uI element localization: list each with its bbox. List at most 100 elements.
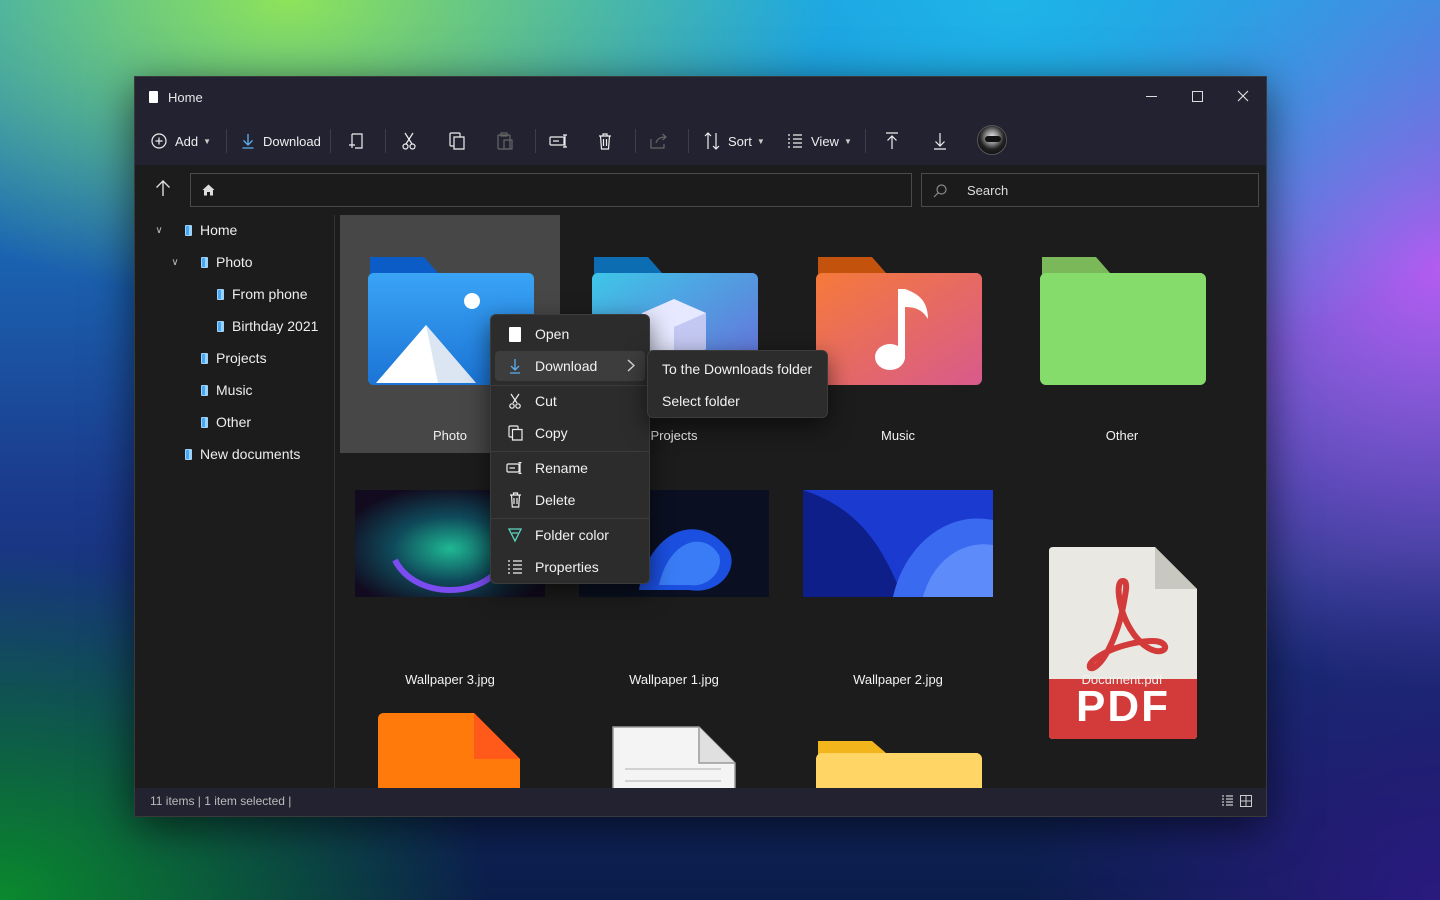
download-submenu: To the Downloads folder Select folder [647, 350, 828, 418]
upload-icon [886, 132, 898, 149]
menu-item-properties[interactable]: Properties [495, 552, 645, 582]
paste-icon [497, 132, 513, 150]
folder-icon [201, 384, 208, 396]
menu-item-label: Delete [535, 492, 576, 508]
music-folder-icon [816, 257, 982, 385]
search-icon [933, 184, 947, 198]
file-explorer-window: Home Add ▼ Download Sort ▼ View ▼ Search… [134, 76, 1267, 817]
file-label: Wallpaper 2.jpg [853, 672, 943, 687]
app-icon [149, 91, 158, 103]
user-avatar[interactable] [977, 125, 1007, 155]
new-item-button[interactable] [348, 121, 366, 161]
top-bar: Home Add ▼ Download Sort ▼ View ▼ [135, 77, 1266, 165]
folder-icon [201, 256, 208, 268]
folder-icon [201, 352, 208, 364]
add-circle-icon [151, 133, 167, 149]
sidebar-item-label: New documents [200, 446, 301, 462]
menu-item-delete[interactable]: Delete [495, 485, 645, 515]
submenu-item-select-folder[interactable]: Select folder [650, 386, 825, 416]
toolbar-separator [226, 129, 227, 153]
sidebar-item-label: Projects [216, 350, 267, 366]
menu-item-folder-color[interactable]: Folder color [495, 520, 645, 550]
file-tile-document-pdf[interactable]: PDF Document.pdf [1012, 469, 1232, 739]
submenu-item-label: Select folder [662, 393, 740, 409]
download-arrow-button[interactable] [933, 121, 947, 161]
view-label: View [811, 133, 839, 149]
status-bar: 11 items | 1 item selected | [135, 788, 1266, 816]
file-tile-text-document[interactable] [564, 707, 784, 790]
share-button[interactable] [650, 121, 668, 161]
download-button[interactable]: Download [241, 121, 321, 161]
sidebar-item-label: Music [216, 382, 253, 398]
sidebar-item-birthday-2021[interactable]: Birthday 2021 [217, 314, 318, 338]
sidebar-item-from-phone[interactable]: From phone [217, 282, 307, 306]
download-label: Download [263, 133, 321, 149]
title-bar: Home [135, 77, 1266, 117]
window-title: Home [168, 90, 203, 105]
toolbar: Add ▼ Download Sort ▼ View ▼ [135, 121, 1266, 161]
file-label: Wallpaper 1.jpg [629, 672, 719, 687]
folder-icon [185, 448, 192, 460]
file-tile-other[interactable]: Other [1012, 215, 1232, 453]
rename-button[interactable] [549, 121, 569, 161]
maximize-button[interactable] [1174, 81, 1220, 111]
wallpaper-2-thumbnail [803, 490, 993, 597]
menu-item-copy[interactable]: Copy [495, 418, 645, 448]
search-box[interactable]: Search [921, 173, 1259, 207]
file-tile-yellow-folder[interactable] [788, 707, 1008, 790]
green-folder-icon [1040, 257, 1206, 385]
address-bar[interactable] [190, 173, 912, 207]
file-tile-wallpaper-2[interactable]: Wallpaper 2.jpg [788, 469, 1008, 707]
yellow-folder-icon [816, 741, 982, 790]
home-icon [202, 184, 215, 196]
sidebar-item-photo[interactable]: ∨ Photo [167, 250, 253, 274]
arrow-up-icon [156, 180, 170, 196]
text-file-icon [612, 726, 736, 790]
minimize-button[interactable] [1128, 81, 1174, 111]
menu-item-rename[interactable]: Rename [495, 453, 645, 483]
view-button[interactable]: View ▼ [787, 121, 852, 161]
menu-item-label: Cut [535, 393, 557, 409]
sidebar-item-label: Birthday 2021 [232, 318, 319, 334]
sidebar-item-other[interactable]: Other [201, 410, 251, 434]
cut-button[interactable] [402, 121, 416, 161]
details-view-icon[interactable] [1221, 795, 1234, 807]
sidebar-item-projects[interactable]: Projects [201, 346, 267, 370]
toolbar-separator [635, 129, 636, 153]
sidebar-item-new-documents[interactable]: New documents [185, 442, 300, 466]
upload-button[interactable] [885, 121, 899, 161]
menu-item-download[interactable]: Download [495, 351, 645, 381]
pdf-badge: PDF [1076, 682, 1170, 731]
sidebar-item-home[interactable]: ∨ Home [151, 218, 237, 242]
new-item-icon [349, 133, 363, 149]
up-button[interactable] [155, 179, 171, 202]
menu-separator [491, 518, 649, 519]
orange-file-icon [378, 713, 520, 790]
chevron-right-icon [627, 359, 635, 372]
submenu-item-downloads-folder[interactable]: To the Downloads folder [650, 354, 825, 384]
context-menu: Open Download Cut Copy Rename Delete Fol… [490, 314, 650, 584]
tiles-view-icon[interactable] [1240, 795, 1252, 807]
maximize-icon [1191, 90, 1203, 102]
sidebar-item-label: Photo [216, 254, 253, 270]
menu-item-cut[interactable]: Cut [495, 386, 645, 416]
delete-button[interactable] [598, 121, 612, 161]
sidebar-item-music[interactable]: Music [201, 378, 253, 402]
copy-icon [507, 425, 523, 441]
folder-icon [217, 288, 224, 300]
share-icon [650, 133, 667, 149]
add-button[interactable]: Add ▼ [151, 121, 211, 161]
close-button[interactable] [1220, 81, 1266, 111]
add-caret-icon: ▼ [203, 136, 212, 146]
menu-item-label: Rename [535, 460, 588, 476]
file-label: Other [1105, 428, 1139, 443]
sort-button[interactable]: Sort ▼ [704, 121, 765, 161]
menu-item-label: Download [535, 358, 598, 374]
file-tile-orange-file[interactable] [340, 707, 560, 790]
menu-item-open[interactable]: Open [495, 319, 645, 349]
paste-button[interactable] [497, 121, 513, 161]
navigation-sidebar: ∨ Home ∨ Photo From phone Birthday 2021 … [135, 215, 335, 790]
copy-button[interactable] [449, 121, 465, 161]
folder-icon [217, 320, 224, 332]
download-icon [242, 134, 254, 149]
